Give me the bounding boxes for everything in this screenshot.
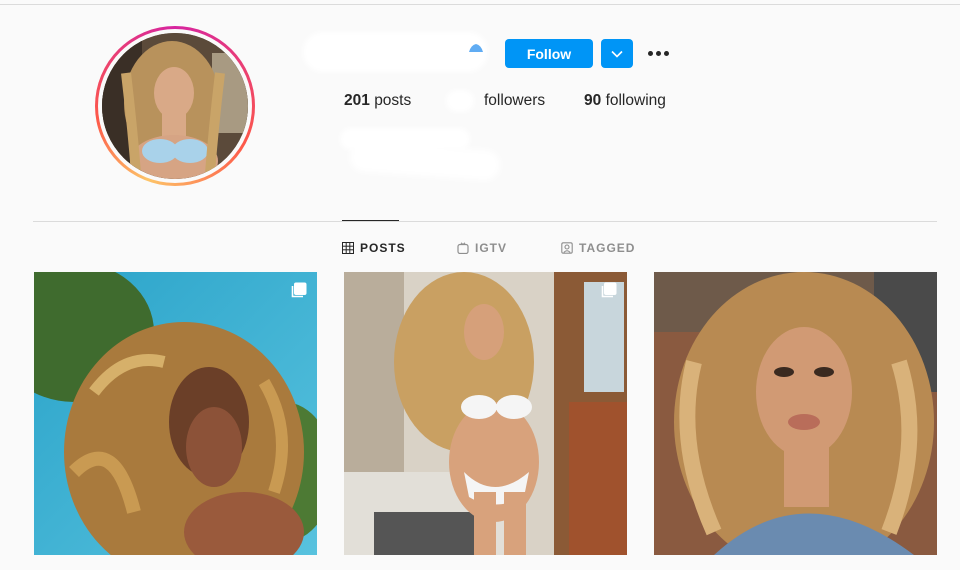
post-photo: [344, 272, 627, 555]
suggested-accounts-button[interactable]: [601, 39, 633, 68]
post-photo: [34, 272, 317, 555]
tab-tagged[interactable]: TAGGED: [561, 240, 635, 256]
posts-count: 201: [344, 92, 370, 109]
following-count: 90: [584, 92, 602, 109]
profile-avatar[interactable]: [102, 33, 248, 179]
followers-count-redacted: [446, 90, 474, 112]
bio-redacted: [340, 128, 501, 184]
username-redacted: [303, 26, 493, 78]
more-dot-icon: [663, 50, 669, 56]
tab-igtv-label: IGTV: [475, 241, 508, 255]
tab-posts[interactable]: POSTS: [342, 240, 406, 256]
multi-photo-icon: [601, 282, 617, 298]
avatar-photo: [102, 33, 248, 179]
post-thumbnail[interactable]: [344, 272, 627, 555]
tagged-icon: [561, 242, 573, 254]
posts-label: posts: [374, 92, 412, 109]
igtv-icon: [457, 242, 469, 254]
multi-photo-icon: [291, 282, 307, 298]
active-tab-indicator: [342, 220, 399, 221]
chevron-down-icon: [611, 50, 623, 58]
posts-stat: 201 posts: [344, 92, 411, 110]
story-ring[interactable]: [95, 26, 255, 186]
tab-posts-label: POSTS: [360, 241, 406, 255]
post-thumbnail[interactable]: [654, 272, 937, 555]
follow-button[interactable]: Follow: [505, 39, 593, 68]
tab-tagged-label: TAGGED: [579, 241, 636, 255]
more-dot-icon: [655, 50, 661, 56]
following-stat[interactable]: 90 following: [584, 92, 666, 110]
post-photo: [654, 272, 937, 555]
top-border: [0, 4, 960, 5]
tab-igtv[interactable]: IGTV: [457, 240, 507, 256]
grid-icon: [342, 242, 354, 254]
more-dot-icon: [647, 50, 653, 56]
followers-label: followers: [484, 92, 546, 109]
tabs-divider: [33, 221, 937, 222]
more-options-button[interactable]: [646, 44, 670, 62]
following-label: following: [605, 92, 666, 109]
verified-badge-icon: [469, 44, 483, 52]
post-thumbnail[interactable]: [34, 272, 317, 555]
